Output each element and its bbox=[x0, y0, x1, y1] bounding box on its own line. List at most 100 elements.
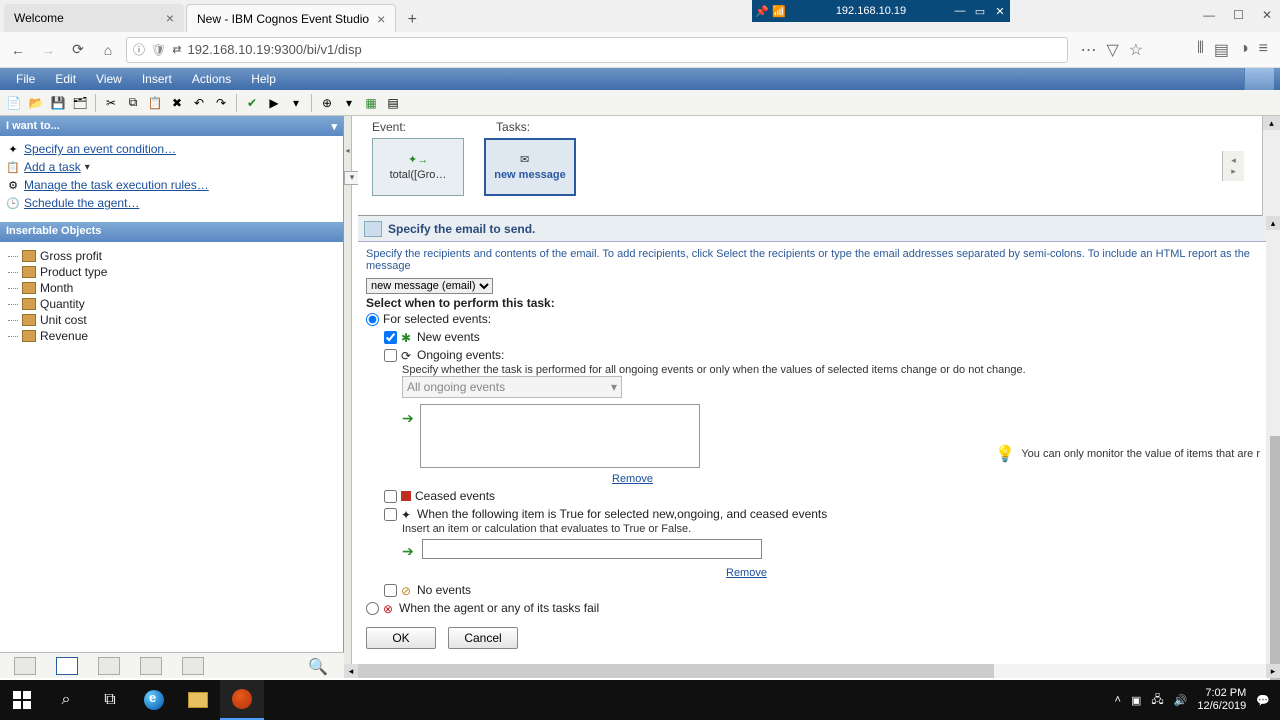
network-icon[interactable]: 🖧 bbox=[1151, 691, 1163, 710]
link-add-task[interactable]: Add a task bbox=[24, 160, 81, 174]
menu-file[interactable]: File bbox=[6, 72, 45, 86]
more-icon[interactable]: ⋯ bbox=[1080, 40, 1096, 60]
link-manage-rules[interactable]: Manage the task execution rules… bbox=[24, 178, 209, 192]
tree-item[interactable]: Month bbox=[8, 280, 335, 296]
search-icon[interactable]: ⌕ bbox=[44, 680, 88, 720]
saveas-icon[interactable]: 🗂 bbox=[70, 93, 90, 113]
detail-vscroll[interactable]: ▴ bbox=[1266, 216, 1280, 664]
volume-icon[interactable]: 🔊 bbox=[1174, 694, 1188, 707]
forward-button[interactable]: → bbox=[36, 38, 60, 62]
search-icon[interactable]: 🔍 bbox=[308, 657, 330, 675]
tray-app-icon[interactable]: ▣ bbox=[1131, 694, 1141, 707]
link-schedule-agent[interactable]: Schedule the agent… bbox=[24, 196, 139, 210]
info-icon[interactable]: ⓘ bbox=[133, 41, 145, 58]
copy-icon[interactable]: ⧉ bbox=[123, 93, 143, 113]
menu-insert[interactable]: Insert bbox=[132, 72, 182, 86]
task-view-icon[interactable]: ⧉ bbox=[88, 680, 132, 720]
table-icon[interactable]: ▤ bbox=[383, 93, 403, 113]
paste-icon[interactable]: 📋 bbox=[145, 93, 165, 113]
star-icon[interactable]: ☆ bbox=[1129, 40, 1143, 60]
tab-parameters[interactable] bbox=[140, 657, 162, 675]
radio-agent-fail[interactable] bbox=[366, 602, 379, 615]
remove-link-2[interactable]: Remove bbox=[726, 567, 767, 579]
delete-icon[interactable]: ✖ bbox=[167, 93, 187, 113]
splitter-left[interactable]: ◂ ▾ bbox=[344, 116, 352, 678]
back-button[interactable]: ← bbox=[6, 38, 30, 62]
close-icon[interactable]: × bbox=[166, 10, 174, 26]
close-icon[interactable]: ✕ bbox=[1262, 8, 1272, 22]
new-icon[interactable]: 📄 bbox=[4, 93, 24, 113]
tab-welcome[interactable]: Welcome × bbox=[4, 4, 184, 32]
save-icon[interactable]: 💾 bbox=[48, 93, 68, 113]
cancel-button[interactable]: Cancel bbox=[448, 627, 518, 649]
close-icon[interactable]: × bbox=[377, 11, 385, 27]
run-drop-icon[interactable]: ▾ bbox=[286, 93, 306, 113]
redo-icon[interactable]: ↷ bbox=[211, 93, 231, 113]
undo-icon[interactable]: ↶ bbox=[189, 93, 209, 113]
task-select[interactable]: new message (email) bbox=[366, 278, 493, 294]
tree-item[interactable]: Quantity bbox=[8, 296, 335, 312]
add-drop-icon[interactable]: ▾ bbox=[339, 93, 359, 113]
remote-restore-icon[interactable]: ▭ bbox=[970, 5, 990, 18]
dropdown-icon[interactable]: ▾ bbox=[85, 162, 90, 173]
pocket-icon[interactable]: ▽ bbox=[1106, 40, 1118, 60]
taskbar-firefox[interactable] bbox=[220, 680, 264, 720]
menu-edit[interactable]: Edit bbox=[45, 72, 86, 86]
chevron-down-icon[interactable]: ▾ bbox=[331, 120, 337, 133]
home-button[interactable]: ⌂ bbox=[96, 38, 120, 62]
taskbar-ie[interactable] bbox=[132, 680, 176, 720]
start-button[interactable] bbox=[0, 680, 44, 720]
tab-functions[interactable] bbox=[98, 657, 120, 675]
pin-icon[interactable]: 📌 bbox=[752, 5, 772, 18]
tree-item[interactable]: Unit cost bbox=[8, 312, 335, 328]
menu-help[interactable]: Help bbox=[241, 72, 286, 86]
radio-for-selected[interactable] bbox=[366, 313, 379, 326]
link-specify-condition[interactable]: Specify an event condition… bbox=[24, 142, 176, 156]
tab-run-history[interactable] bbox=[182, 657, 204, 675]
tab-data-items[interactable] bbox=[56, 657, 78, 675]
remote-minimize-icon[interactable]: — bbox=[950, 5, 970, 17]
menu-icon[interactable]: ≡ bbox=[1259, 40, 1268, 60]
cut-icon[interactable]: ✂ bbox=[101, 93, 121, 113]
monitor-items-box[interactable] bbox=[420, 404, 700, 468]
tree-item[interactable]: Revenue bbox=[8, 328, 335, 344]
notifications-icon[interactable]: 💬 bbox=[1256, 694, 1270, 707]
run-icon[interactable]: ▶ bbox=[264, 93, 284, 113]
remove-link[interactable]: Remove bbox=[612, 473, 653, 485]
shield-icon[interactable]: 🛡 bbox=[151, 43, 166, 57]
grid-icon[interactable]: ▦ bbox=[361, 93, 381, 113]
tree-item[interactable]: Gross profit bbox=[8, 248, 335, 264]
check-new-events[interactable] bbox=[384, 331, 397, 344]
remote-close-icon[interactable]: ✕ bbox=[990, 5, 1010, 18]
reload-button[interactable]: ⟳ bbox=[66, 38, 90, 62]
perm-icon[interactable]: ⇄ bbox=[172, 43, 181, 56]
event-card[interactable]: ✦→ total([Gro… bbox=[372, 138, 464, 196]
task-card-new-message[interactable]: ✉ new message bbox=[484, 138, 576, 196]
validate-icon[interactable]: ✔ bbox=[242, 93, 262, 113]
sidebar-icon[interactable]: ▤ bbox=[1214, 40, 1229, 60]
collapse-left-icon[interactable]: ◂ bbox=[345, 146, 349, 155]
new-tab-button[interactable]: + bbox=[398, 8, 426, 32]
i-want-to-header[interactable]: I want to... ▾ bbox=[0, 116, 343, 136]
clock[interactable]: 7:02 PM 12/6/2019 bbox=[1197, 687, 1246, 713]
insertable-header[interactable]: Insertable Objects bbox=[0, 222, 343, 242]
menu-actions[interactable]: Actions bbox=[182, 72, 241, 86]
maximize-icon[interactable]: ☐ bbox=[1233, 8, 1244, 22]
minimize-icon[interactable]: — bbox=[1203, 8, 1215, 22]
detail-hscroll[interactable]: ◂ ▸ bbox=[344, 664, 1280, 678]
taskbar-explorer[interactable] bbox=[176, 680, 220, 720]
tray-chevron-icon[interactable]: ˄ bbox=[1115, 694, 1121, 706]
ongoing-dropdown[interactable]: All ongoing events ▾ bbox=[402, 376, 622, 398]
ok-button[interactable]: OK bbox=[366, 627, 436, 649]
check-ongoing[interactable] bbox=[384, 349, 397, 362]
canvas-paginate[interactable]: ◂▸ bbox=[1222, 151, 1244, 181]
check-when-true[interactable] bbox=[384, 508, 397, 521]
expression-input[interactable] bbox=[422, 539, 762, 559]
canvas-vscroll[interactable]: ▴ bbox=[1262, 116, 1280, 216]
tab-source[interactable] bbox=[14, 657, 36, 675]
tab-event-studio[interactable]: New - IBM Cognos Event Studio × bbox=[186, 4, 396, 32]
library-icon[interactable]: ⫴ bbox=[1197, 40, 1204, 60]
url-field[interactable]: ⓘ 🛡 ⇄ 192.168.10.19:9300/bi/v1/disp bbox=[126, 37, 1068, 63]
open-icon[interactable]: 📂 bbox=[26, 93, 46, 113]
add-icon[interactable]: ⊕ bbox=[317, 93, 337, 113]
